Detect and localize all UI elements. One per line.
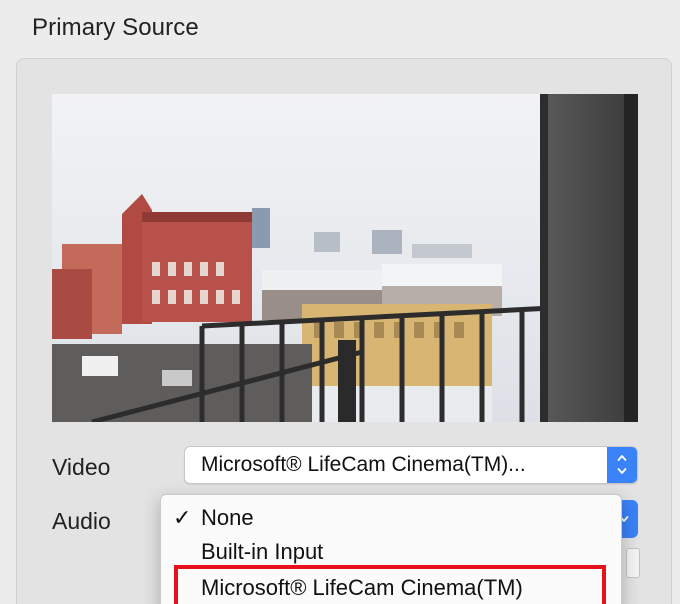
highlight-annotation-box <box>174 565 606 604</box>
slider-thumb[interactable] <box>626 548 640 578</box>
audio-label: Audio <box>52 508 111 534</box>
video-preview <box>52 94 638 422</box>
video-selected-value: Microsoft® LifeCam Cinema(TM)... <box>201 453 526 476</box>
primary-source-window: Primary Source Video Microsoft® LifeCam … <box>0 0 680 604</box>
chevron-up-down-icon[interactable] <box>607 447 637 483</box>
video-source-popup[interactable]: Microsoft® LifeCam Cinema(TM)... <box>184 446 638 484</box>
menu-item-label: Built-in Input <box>201 539 324 564</box>
video-label: Video <box>52 454 111 480</box>
menu-item-built-in-input[interactable]: Built-in Input <box>161 535 621 569</box>
chevron-down-icon <box>617 468 627 474</box>
menu-item-label: None <box>201 505 254 530</box>
chevron-up-icon <box>617 455 627 461</box>
section-title: Primary Source <box>32 14 199 41</box>
camera-preview-image <box>52 94 638 422</box>
menu-item-none[interactable]: ✓ None <box>161 501 621 535</box>
checkmark-icon: ✓ <box>173 505 192 530</box>
